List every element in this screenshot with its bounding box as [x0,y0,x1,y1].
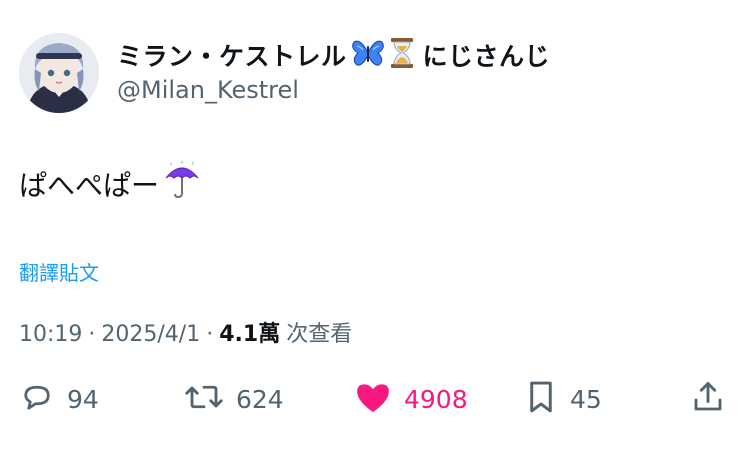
bookmark-button[interactable]: 45 [524,376,602,422]
author-name-row[interactable]: ミラン・ケストレル にじさんじ [117,38,550,72]
reply-icon [19,379,55,419]
avatar[interactable] [19,33,99,113]
reply-count: 94 [67,384,99,414]
tweet-actions-bar: 94 624 4908 45 [0,376,750,422]
tweet-text-content: ぱへぺぱー [19,168,160,202]
hourglass-icon [389,37,415,73]
repost-count: 624 [236,384,284,414]
views-count[interactable]: 4.1萬 [219,316,280,348]
share-button[interactable] [690,376,726,422]
tweet-text: ぱへぺぱー [19,160,201,207]
views-label: 次查看 [286,322,353,347]
translate-post-link[interactable]: 翻譯貼文 [19,257,99,286]
bookmark-count: 45 [570,384,602,414]
tweet-meta: 10:19 · 2025/4/1 · 4.1萬 次查看 [19,316,352,348]
tweet-date[interactable]: 2025/4/1 [101,322,200,347]
author-affiliation: にじさんじ [422,42,551,71]
like-count: 4908 [404,384,468,414]
repost-button[interactable]: 624 [184,376,284,422]
author-handle[interactable]: @Milan_Kestrel [117,76,299,104]
umbrella-rain-icon [163,160,201,207]
meta-separator: · [88,322,96,347]
tweet-time[interactable]: 10:19 [19,322,82,347]
author-display-name[interactable]: ミラン・ケストレル [117,37,347,73]
avatar-image [19,33,99,113]
reply-button[interactable]: 94 [19,376,99,422]
butterfly-icon [351,38,385,72]
heart-filled-icon [354,379,392,419]
like-button[interactable]: 4908 [354,376,468,422]
share-icon [690,378,726,420]
bookmark-icon [524,378,558,420]
meta-separator: · [206,322,214,347]
repost-icon [184,379,224,419]
